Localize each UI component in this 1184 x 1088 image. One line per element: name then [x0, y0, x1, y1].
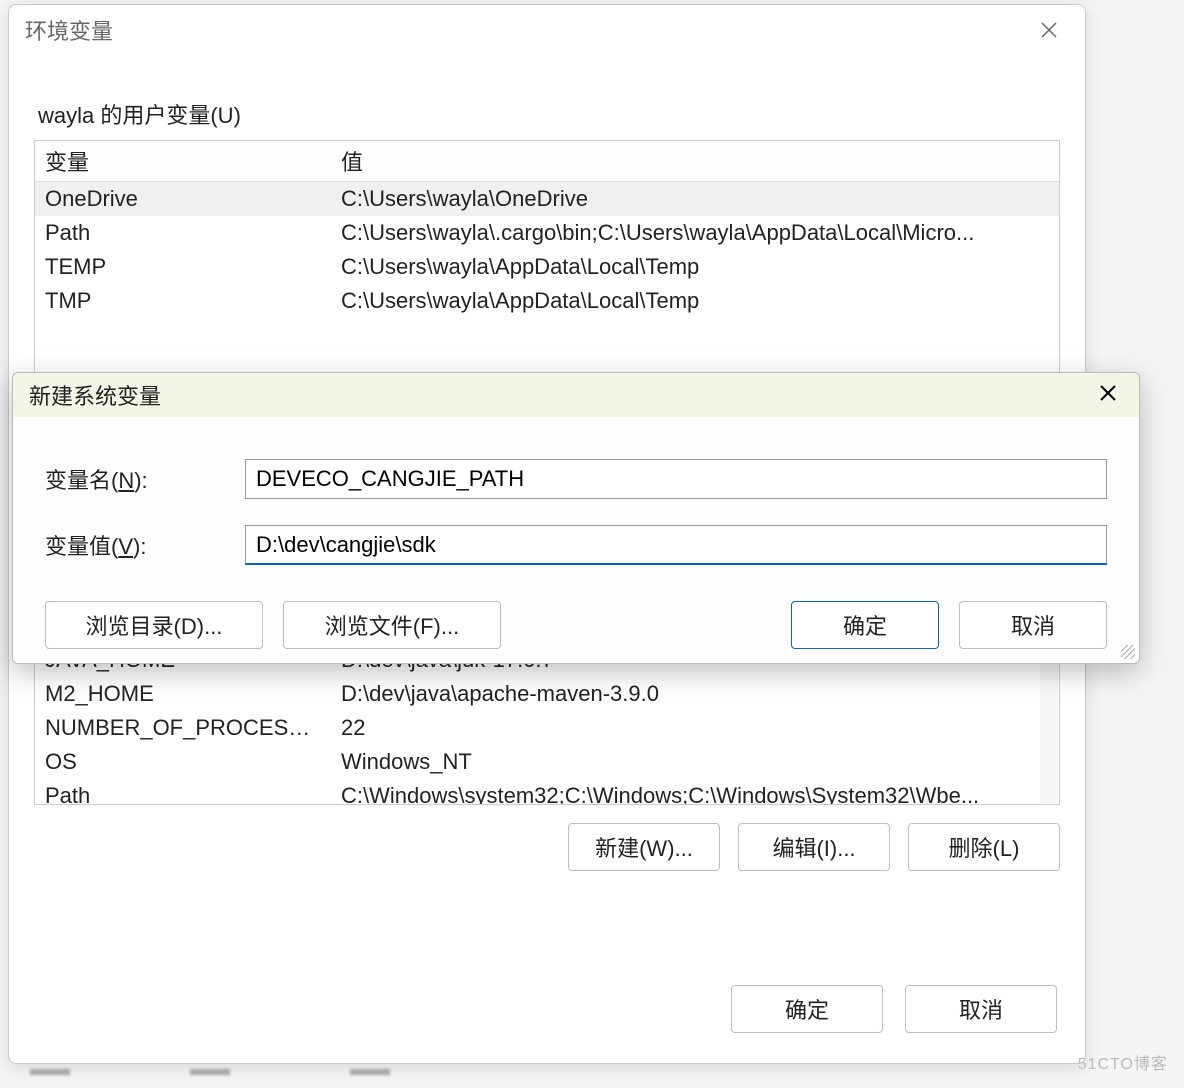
var-value-input[interactable]	[245, 525, 1107, 565]
var-value-label: 变量值(V):	[45, 529, 231, 561]
table-row[interactable]: NUMBER_OF_PROCESSORS22	[35, 711, 1059, 745]
modal-cancel-button[interactable]: 取消	[959, 601, 1107, 649]
table-row[interactable]: PathC:\Users\wayla\.cargo\bin;C:\Users\w…	[35, 216, 1059, 250]
titlebar: 环境变量	[9, 5, 1085, 55]
cell-var-name: Path	[35, 216, 331, 250]
edit-sys-var-button[interactable]: 编辑(I)...	[738, 823, 890, 871]
ok-button[interactable]: 确定	[731, 985, 883, 1033]
table-row[interactable]: M2_HOMED:\dev\java\apache-maven-3.9.0	[35, 677, 1059, 711]
table-row[interactable]: TMPC:\Users\wayla\AppData\Local\Temp	[35, 284, 1059, 318]
modal-button-row: 浏览目录(D)... 浏览文件(F)... 确定 取消	[13, 591, 1139, 649]
cell-var-value: 22	[331, 711, 1059, 745]
user-table-body: OneDriveC:\Users\wayla\OneDrivePathC:\Us…	[35, 182, 1059, 318]
table-header: 变量 值	[35, 141, 1059, 182]
browse-dir-button[interactable]: 浏览目录(D)...	[45, 601, 263, 649]
cell-var-value: C:\Users\wayla\AppData\Local\Temp	[331, 284, 1059, 318]
user-group-title: wayla 的用户变量(U)	[38, 98, 1060, 130]
close-icon[interactable]	[1029, 10, 1069, 50]
var-name-input[interactable]	[245, 459, 1107, 499]
cell-var-name: M2_HOME	[35, 677, 331, 711]
table-row[interactable]: OSWindows_NT	[35, 745, 1059, 779]
var-name-row: 变量名(N):	[45, 459, 1107, 499]
user-vars-group: wayla 的用户变量(U) 变量 值 OneDriveC:\Users\way…	[33, 73, 1061, 393]
cell-var-value: C:\Users\wayla\OneDrive	[331, 182, 1059, 216]
cell-var-name: OS	[35, 745, 331, 779]
cell-var-value: Windows_NT	[331, 745, 1059, 779]
blurred-bg-row: ▬▬▬▬▬▬	[30, 1058, 1064, 1082]
dialog-button-row: 确定 取消	[731, 985, 1057, 1033]
sys-button-row: 新建(W)... 编辑(I)... 删除(L)	[34, 805, 1060, 871]
cell-var-name: TMP	[35, 284, 331, 318]
resize-grip-icon[interactable]	[1121, 645, 1135, 659]
watermark: 51CTO博客	[1078, 1050, 1168, 1074]
cell-var-value: C:\Windows\system32;C:\Windows;C:\Window…	[331, 779, 1059, 804]
cell-var-name: Path	[35, 779, 331, 804]
browse-file-button[interactable]: 浏览文件(F)...	[283, 601, 501, 649]
cell-var-name: TEMP	[35, 250, 331, 284]
user-vars-table[interactable]: 变量 值 OneDriveC:\Users\wayla\OneDrivePath…	[34, 140, 1060, 392]
cell-var-name: NUMBER_OF_PROCESSORS	[35, 711, 331, 745]
cancel-button[interactable]: 取消	[905, 985, 1057, 1033]
table-row[interactable]: TEMPC:\Users\wayla\AppData\Local\Temp	[35, 250, 1059, 284]
header-variable[interactable]: 变量	[35, 141, 331, 181]
cell-var-value: D:\dev\java\apache-maven-3.9.0	[331, 677, 1059, 711]
modal-title: 新建系统变量	[29, 379, 1093, 411]
window-title: 环境变量	[25, 14, 1029, 46]
cell-var-name: OneDrive	[35, 182, 331, 216]
modal-body: 变量名(N): 变量值(V):	[13, 417, 1139, 565]
close-icon[interactable]	[1093, 379, 1123, 411]
var-name-label: 变量名(N):	[45, 463, 231, 495]
new-sys-var-button[interactable]: 新建(W)...	[568, 823, 720, 871]
cell-var-value: C:\Users\wayla\AppData\Local\Temp	[331, 250, 1059, 284]
cell-var-value: C:\Users\wayla\.cargo\bin;C:\Users\wayla…	[331, 216, 1059, 250]
var-value-row: 变量值(V):	[45, 525, 1107, 565]
header-value[interactable]: 值	[331, 141, 1059, 181]
table-row[interactable]: OneDriveC:\Users\wayla\OneDrive	[35, 182, 1059, 216]
delete-sys-var-button[interactable]: 删除(L)	[908, 823, 1060, 871]
table-row[interactable]: PathC:\Windows\system32;C:\Windows;C:\Wi…	[35, 779, 1059, 804]
new-system-var-modal: 新建系统变量 变量名(N): 变量值(V): 浏览目录(D)... 浏览文件(F…	[12, 372, 1140, 664]
modal-ok-button[interactable]: 确定	[791, 601, 939, 649]
modal-titlebar: 新建系统变量	[13, 373, 1139, 417]
